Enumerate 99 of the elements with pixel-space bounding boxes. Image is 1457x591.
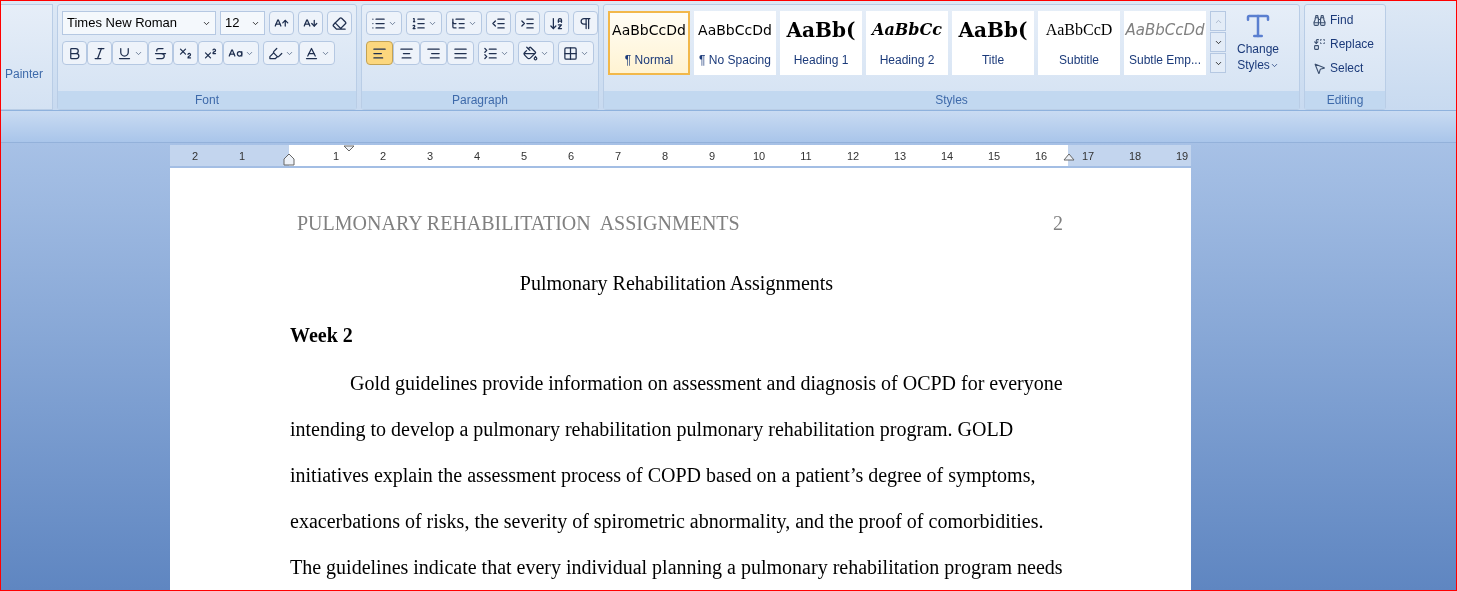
ruler-number: 17 (1081, 149, 1095, 164)
body-paragraph: Gold guidelines provide information on assessment and diagnosis of OCPD for everyone intending to develop a pulmonary rehabilitation pulmonary rehabilitation program. GOLD initiatives explain the assessment process of COPD based on a patient’s degree of symptoms, exacerbations of risks, the severity of spirometric abnormality, and the proof of comorbidities. The guidelines indicate that every individual planning a pulmonary rehabilitation program needs (290, 371, 1063, 581)
style-gallery-item[interactable]: AaBbCc Heading 2 (866, 11, 948, 75)
ruler-number: 4 (473, 149, 481, 164)
bold-button[interactable] (62, 41, 87, 65)
ruler-number: 18 (1128, 149, 1142, 164)
editing-button[interactable]: Find (1313, 11, 1381, 29)
align-button[interactable] (420, 41, 447, 65)
document-title: Pulmonary Rehabilitation Assignments (519, 271, 834, 297)
strikethrough-button[interactable] (148, 41, 173, 65)
sort-icon (549, 15, 564, 31)
superscript-icon (203, 45, 218, 61)
underline-icon (117, 45, 132, 61)
underline-button[interactable] (112, 41, 148, 65)
change-styles-button[interactable]: Change Styles (1230, 11, 1286, 73)
subscript-icon (178, 45, 193, 61)
increase-indent-button[interactable] (515, 11, 540, 35)
sort-button[interactable] (544, 11, 569, 35)
ruler-number: 9 (708, 149, 716, 164)
ruler-number: 11 (800, 149, 812, 164)
strikethrough-icon (153, 45, 168, 61)
editing-button[interactable]: Replace (1313, 35, 1381, 53)
superscript-button[interactable] (198, 41, 223, 65)
align-icon (426, 45, 441, 61)
first-line-indent-icon (343, 145, 355, 152)
style-gallery-item[interactable]: AaBb( Title (952, 11, 1034, 75)
font-size-field[interactable]: 12 (220, 11, 265, 35)
align-icon (453, 45, 468, 61)
editing-button[interactable]: Select (1313, 59, 1381, 77)
style-gallery-item[interactable]: AaBb( Heading 1 (780, 11, 862, 75)
ruler-number: 1 (238, 149, 246, 164)
line-spacing-button[interactable] (478, 41, 514, 65)
ruler-number: 2 (379, 149, 387, 164)
show-marks-icon (578, 15, 593, 31)
page-number: 2 (1053, 211, 1063, 236)
font-color-button[interactable] (299, 41, 335, 65)
decrease-indent-icon (491, 15, 506, 31)
highlight-button[interactable] (263, 41, 299, 65)
ruler-number: 19 (1175, 149, 1189, 164)
decrease-indent-button[interactable] (486, 11, 511, 35)
align-button[interactable] (366, 41, 393, 65)
ruler-number: 13 (893, 149, 907, 164)
align-button[interactable] (393, 41, 420, 65)
multilevel-list-button[interactable] (446, 11, 482, 35)
shrink-font-button[interactable] (298, 11, 323, 35)
italic-icon (92, 45, 107, 61)
section-heading: Week 2 (290, 324, 353, 346)
font-color-icon (304, 45, 319, 61)
ruler-number: 12 (846, 149, 860, 164)
bullets-button[interactable] (366, 11, 402, 35)
group-label: Editing (1326, 92, 1364, 109)
clear-formatting-button[interactable] (327, 11, 352, 35)
ruler-number: 8 (661, 149, 669, 164)
align-icon (372, 45, 387, 61)
group-label: Styles (935, 92, 968, 109)
bold-icon (67, 45, 82, 61)
numbering-icon (411, 15, 426, 31)
ruler-number: 7 (614, 149, 622, 164)
page-header: PULMONARY REHABILITATION ASSIGNMENTS (296, 211, 740, 236)
shading-icon (523, 45, 538, 61)
subscript-button[interactable] (173, 41, 198, 65)
ruler-number: 16 (1034, 149, 1048, 164)
ruler-number: 1 (332, 149, 340, 164)
ruler-number: 6 (567, 149, 575, 164)
italic-button[interactable] (87, 41, 112, 65)
replace-icon (1313, 37, 1326, 51)
align-icon (399, 45, 414, 61)
ruler-number: 2 (191, 149, 199, 164)
right-indent-icon (1063, 153, 1075, 161)
style-gallery-item[interactable]: AaBbCcD Subtitle (1038, 11, 1120, 75)
increase-indent-icon (520, 15, 535, 31)
style-gallery-item[interactable]: AaBbCcDd ¶ Normal (608, 11, 690, 75)
ruler-number: 3 (426, 149, 434, 164)
ruler-number: 14 (940, 149, 954, 164)
numbering-button[interactable] (406, 11, 442, 35)
style-gallery-item[interactable]: AaBbCcDd Subtle Emp... (1124, 11, 1206, 75)
highlight-icon (268, 45, 283, 61)
line-spacing-icon (483, 45, 498, 61)
ruler-number: 15 (987, 149, 1001, 164)
grow-font-button[interactable] (269, 11, 294, 35)
binoculars-icon (1313, 13, 1326, 27)
align-button[interactable] (447, 41, 474, 65)
ruler-number: 10 (752, 149, 766, 164)
borders-icon (563, 45, 578, 61)
format-painter-button[interactable]: Painter (1, 65, 44, 83)
indent-marker-icon (283, 153, 295, 166)
style-gallery-item[interactable]: AaBbCcDd ¶ No Spacing (694, 11, 776, 75)
font-name-field[interactable]: Times New Roman (62, 11, 216, 35)
clear-formatting-icon (332, 15, 347, 31)
group-label: Font (195, 92, 219, 109)
cursor-icon (1313, 61, 1326, 75)
group-label: Paragraph (451, 92, 508, 109)
multilevel-list-icon (451, 15, 466, 31)
shading-button[interactable] (518, 41, 554, 65)
change-case-button[interactable] (223, 41, 259, 65)
borders-button[interactable] (558, 41, 594, 65)
bullets-icon (371, 15, 386, 31)
ruler-number: 5 (520, 149, 528, 164)
show-marks-button[interactable] (573, 11, 598, 35)
